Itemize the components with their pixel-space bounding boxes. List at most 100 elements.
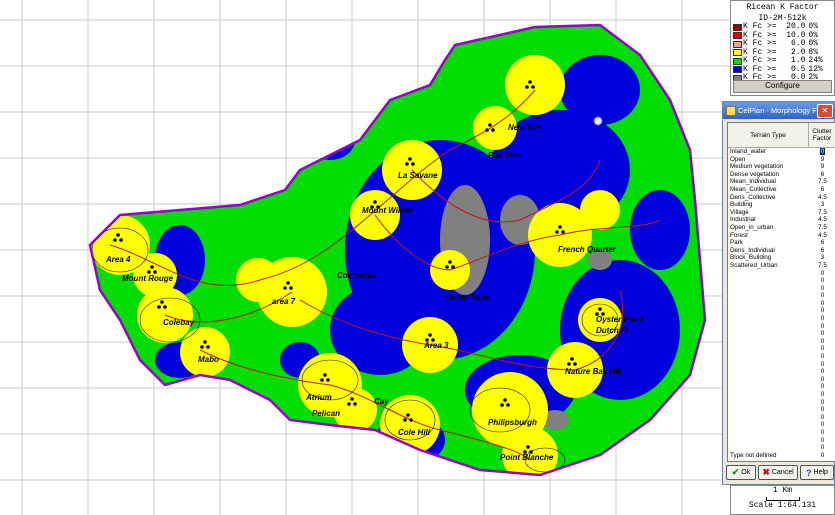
clutter-factor-cell[interactable]: 0: [810, 323, 835, 331]
table-row[interactable]: Forest 4.5: [728, 232, 835, 240]
clutter-factor-cell[interactable]: 0: [810, 368, 835, 376]
clutter-factor-cell[interactable]: 0: [810, 285, 835, 293]
table-row[interactable]: 0: [728, 345, 835, 353]
table-row[interactable]: 0: [728, 338, 835, 346]
table-row[interactable]: 0: [728, 353, 835, 361]
table-row[interactable]: Village 7.5: [728, 209, 835, 217]
clutter-factor-cell[interactable]: 7.5: [810, 224, 835, 232]
clutter-factor-cell[interactable]: 0: [810, 444, 835, 452]
table-row[interactable]: 0: [728, 330, 835, 338]
table-row[interactable]: Dens_Individual 6: [728, 247, 835, 255]
cancel-button[interactable]: ✖ Cancel: [758, 465, 798, 480]
table-row[interactable]: Dens_Collective 4.5: [728, 194, 835, 202]
table-row[interactable]: 0: [728, 277, 835, 285]
table-row[interactable]: Park 6: [728, 239, 835, 247]
table-row[interactable]: 0: [728, 285, 835, 293]
table-row[interactable]: 0: [728, 292, 835, 300]
clutter-factor-cell[interactable]: 6: [810, 186, 835, 194]
app-icon: [726, 105, 736, 116]
clutter-factor-cell[interactable]: 0: [810, 330, 835, 338]
clutter-factor-cell[interactable]: 7.5: [810, 209, 835, 217]
table-row[interactable]: Open_in_urban 7.5: [728, 224, 835, 232]
terrain-type-cell: [728, 414, 810, 422]
clutter-factor-header: Clutter Factor: [812, 128, 832, 142]
terrain-type-cell: Open: [730, 155, 746, 163]
clutter-factor-cell[interactable]: 0: [810, 277, 835, 285]
table-row[interactable]: 0: [728, 399, 835, 407]
table-row[interactable]: Open 9: [728, 156, 835, 164]
table-row[interactable]: 0: [728, 391, 835, 399]
table-row[interactable]: 0: [728, 414, 835, 422]
table-row[interactable]: 0: [728, 368, 835, 376]
clutter-factor-cell[interactable]: 4.5: [810, 216, 835, 224]
clutter-factor-cell[interactable]: 0: [810, 148, 835, 156]
table-row[interactable]: 0: [728, 315, 835, 323]
ok-button[interactable]: ✔ Ok: [726, 465, 756, 480]
clutter-factor-cell[interactable]: 0: [810, 307, 835, 315]
clutter-factor-cell[interactable]: 0: [810, 361, 835, 369]
clutter-factor-cell[interactable]: 6: [810, 239, 835, 247]
table-row[interactable]: Block_Building 3: [728, 254, 835, 262]
clutter-factor-cell[interactable]: 7.5: [810, 178, 835, 186]
clutter-factor-cell[interactable]: 4.5: [810, 194, 835, 202]
table-row[interactable]: 0: [728, 376, 835, 384]
table-row[interactable]: 0: [728, 323, 835, 331]
table-row[interactable]: 0: [728, 270, 835, 278]
terrain-type-cell: [728, 270, 810, 278]
clutter-factor-cell[interactable]: 0: [810, 300, 835, 308]
clutter-factor-cell[interactable]: 9: [810, 156, 835, 164]
clutter-factor-cell[interactable]: 0: [810, 391, 835, 399]
coverage-map[interactable]: New Site Pea Tree La Savane Mount Wilder…: [0, 0, 730, 515]
clutter-factor-cell[interactable]: 4.5: [810, 232, 835, 240]
clutter-factor-cell[interactable]: 0: [810, 399, 835, 407]
selected-value[interactable]: 0: [819, 148, 826, 155]
close-button[interactable]: ✕: [817, 104, 833, 118]
table-row[interactable]: 0: [728, 406, 835, 414]
table-row[interactable]: Inland_water 0: [728, 148, 835, 156]
table-row[interactable]: 0: [728, 307, 835, 315]
table-row[interactable]: Mean_Individual 7.5: [728, 178, 835, 186]
clutter-factor-cell[interactable]: 7.5: [810, 262, 835, 270]
table-row[interactable]: 0: [728, 383, 835, 391]
terrain-type-cell: [728, 285, 810, 293]
clutter-factor-cell[interactable]: 3: [810, 254, 835, 262]
clutter-factor-cell[interactable]: 3: [810, 201, 835, 209]
table-row[interactable]: Building 3: [728, 201, 835, 209]
table-row[interactable]: Medium vegetation 9: [728, 163, 835, 171]
clutter-factor-cell[interactable]: 0: [810, 429, 835, 437]
clutter-factor-cell[interactable]: 0: [810, 437, 835, 445]
clutter-factor-cell[interactable]: 0: [810, 315, 835, 323]
table-row[interactable]: Type not defined 0: [728, 452, 835, 460]
clutter-factor-cell[interactable]: 0: [810, 345, 835, 353]
table-row[interactable]: Dense vegetation 6: [728, 171, 835, 179]
help-button[interactable]: ? Help: [800, 465, 834, 480]
table-row[interactable]: Mean_Collective 6: [728, 186, 835, 194]
morphology-table[interactable]: Terrain Type Clutter Factor Inland_water…: [727, 122, 835, 462]
clutter-factor-cell[interactable]: 0: [810, 452, 835, 460]
scale-ratio: Scale 1:64.131: [748, 501, 817, 510]
legend-rows: K Fc >= 20.0 0% K Fc >= 10.0 0% K Fc >= 6.0 0…: [731, 22, 834, 83]
clutter-factor-cell[interactable]: 0: [810, 338, 835, 346]
table-row[interactable]: 0: [728, 444, 835, 452]
clutter-factor-cell[interactable]: 0: [810, 383, 835, 391]
table-row[interactable]: 0: [728, 429, 835, 437]
clutter-factor-cell[interactable]: 0: [810, 292, 835, 300]
clutter-factor-cell[interactable]: 0: [810, 421, 835, 429]
table-row[interactable]: 0: [728, 300, 835, 308]
map-canvas[interactable]: New Site Pea Tree La Savane Mount Wilder…: [0, 0, 730, 515]
table-row[interactable]: Industrial 4.5: [728, 216, 835, 224]
table-row[interactable]: 0: [728, 421, 835, 429]
clutter-factor-cell[interactable]: 0: [810, 376, 835, 384]
clutter-factor-cell[interactable]: 0: [810, 353, 835, 361]
table-row[interactable]: Scattered_Urban 7.5: [728, 262, 835, 270]
clutter-factor-cell[interactable]: 9: [810, 163, 835, 171]
clutter-factor-cell[interactable]: 0: [810, 406, 835, 414]
clutter-factor-cell[interactable]: 0: [810, 270, 835, 278]
clutter-factor-cell[interactable]: 0: [810, 414, 835, 422]
table-row[interactable]: 0: [728, 437, 835, 445]
morphology-factor-dialog[interactable]: CelPlan - Morphology Fact... ✕ Terrain T…: [722, 101, 835, 485]
table-row[interactable]: 0: [728, 361, 835, 369]
clutter-factor-cell[interactable]: 6: [810, 171, 835, 179]
configure-button[interactable]: Configure: [733, 80, 832, 93]
clutter-factor-cell[interactable]: 6: [810, 247, 835, 255]
